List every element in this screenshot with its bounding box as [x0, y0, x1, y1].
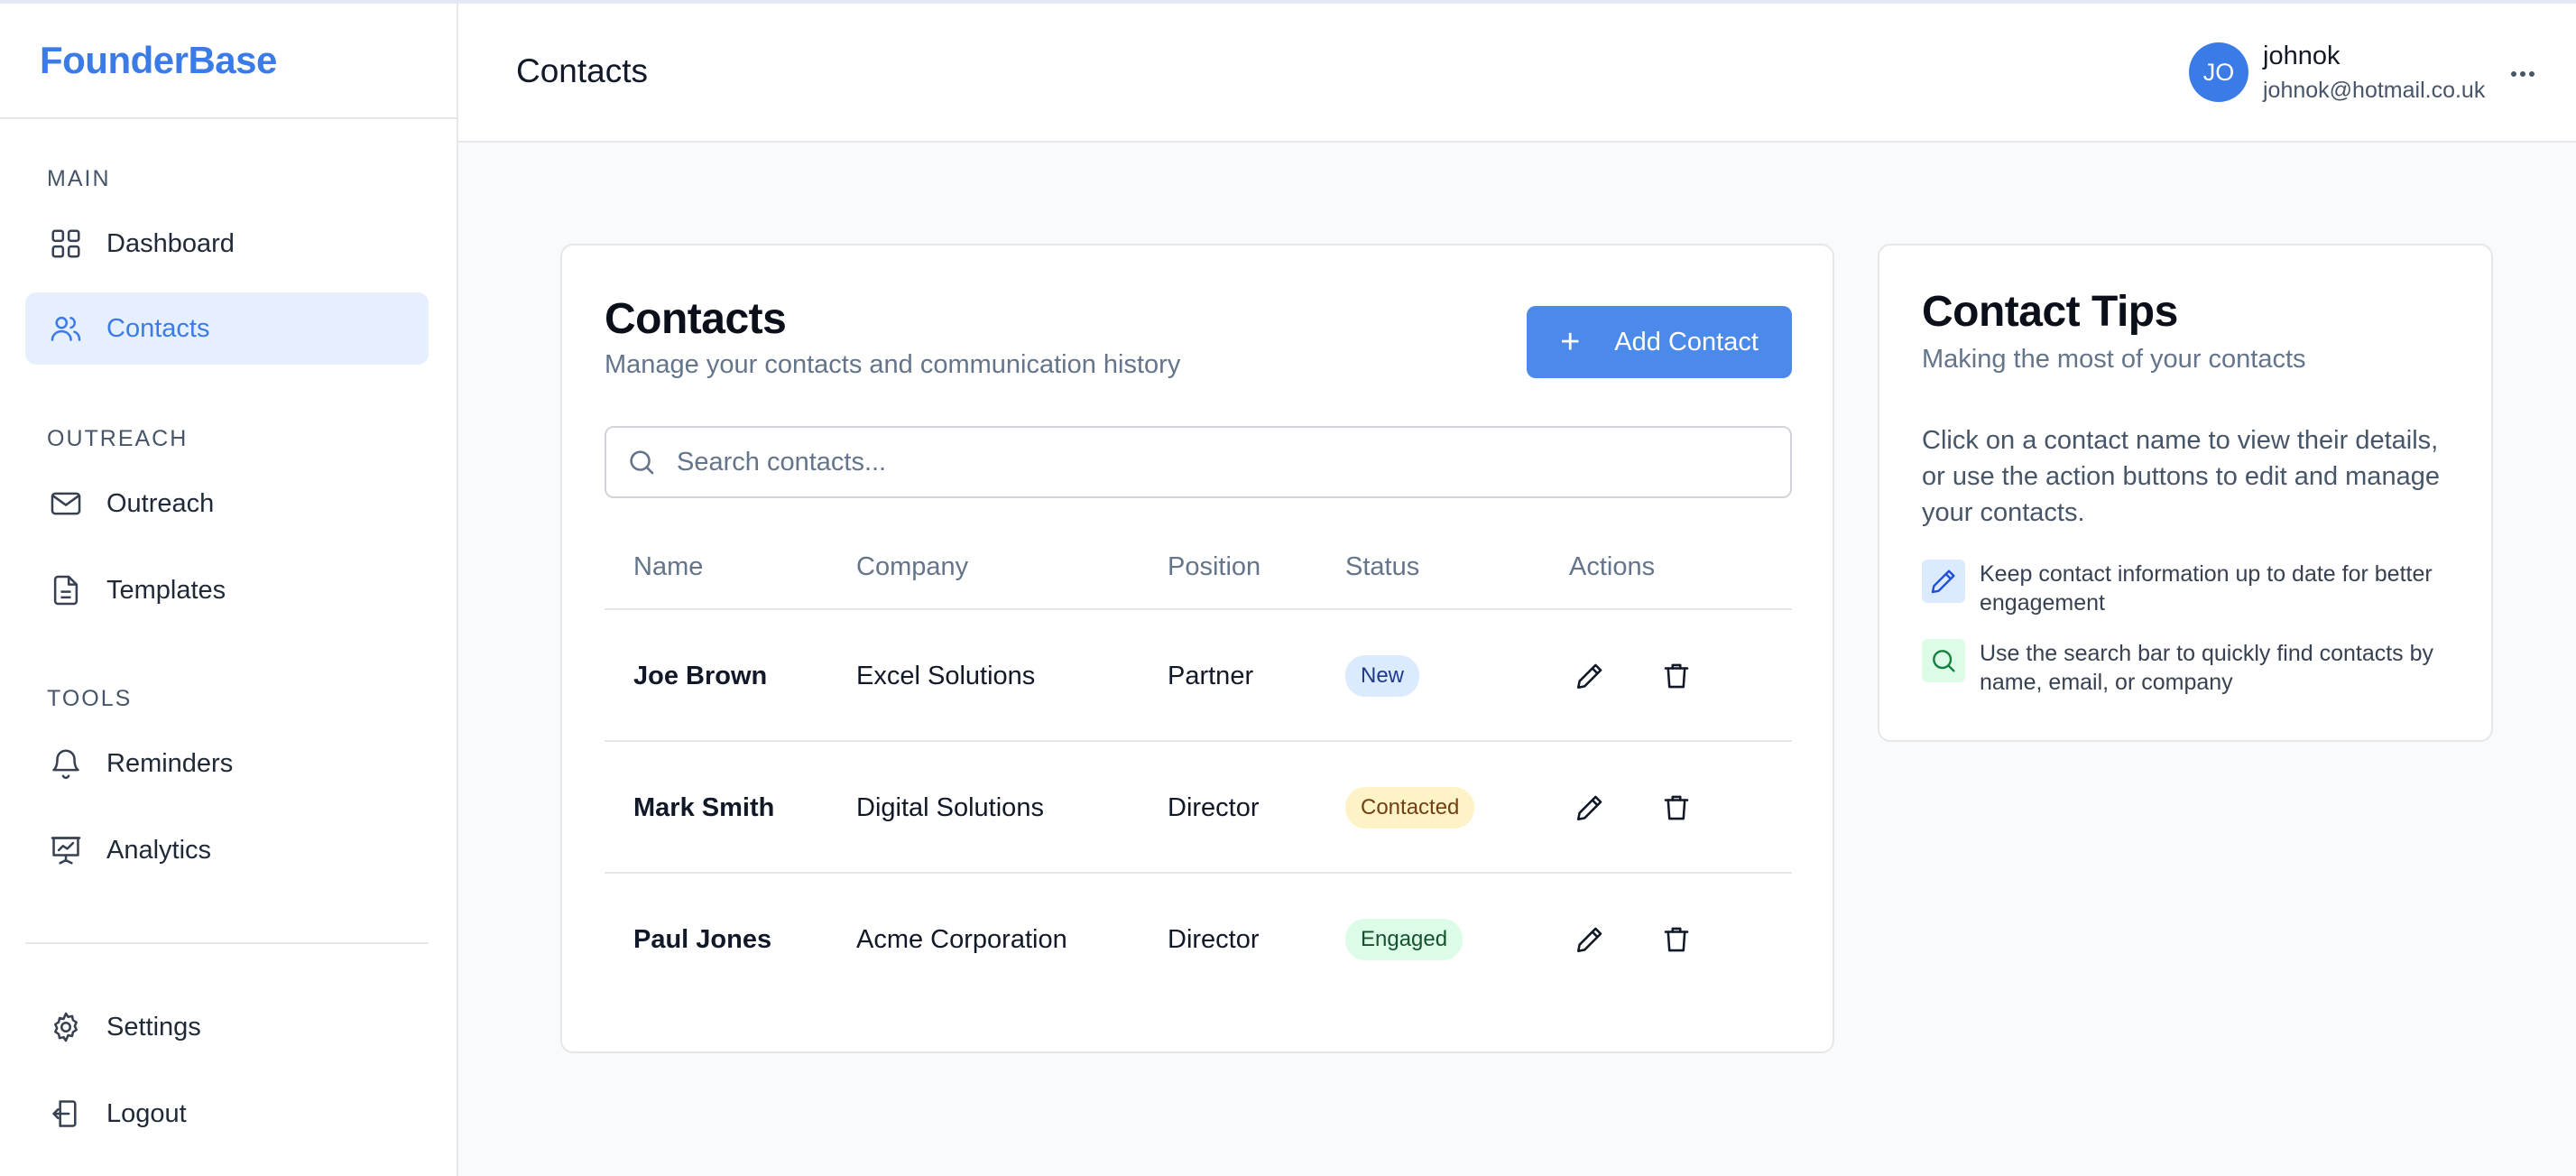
column-header-company[interactable]: Company — [856, 532, 968, 610]
contacts-card-subtitle: Manage your contacts and communication h… — [605, 350, 1181, 379]
sidebar-item-logout[interactable]: Logout — [25, 1078, 429, 1150]
contact-name[interactable]: Paul Jones — [633, 874, 771, 1005]
sidebar-item-dashboard[interactable]: Dashboard — [25, 208, 429, 280]
contact-name[interactable]: Mark Smith — [633, 742, 774, 874]
presentation-chart-icon — [51, 837, 81, 865]
section-label-tools: TOOLS — [47, 686, 133, 711]
trash-icon — [1664, 795, 1689, 820]
table-header: Name Company Position Status Actions — [605, 532, 1792, 610]
contact-company: Excel Solutions — [856, 661, 1036, 690]
plus-icon: + — [1560, 323, 1581, 361]
brand-logo[interactable]: FounderBase — [40, 39, 277, 82]
actions-cell — [1569, 610, 1742, 742]
table-row: Mark Smith Digital Solutions Director Co… — [605, 742, 1792, 874]
sidebar-item-analytics[interactable]: Analytics — [25, 814, 429, 886]
tip-item: Use the search bar to quickly find conta… — [1922, 639, 2463, 697]
more-horizontal-icon — [2511, 71, 2534, 77]
pencil-icon — [1922, 560, 1965, 603]
section-label-outreach: OUTREACH — [47, 426, 189, 451]
sidebar-item-label: Templates — [106, 575, 226, 605]
brand-area: FounderBase — [0, 4, 457, 119]
sidebar-divider — [25, 942, 429, 944]
tips-title: Contact Tips — [1922, 288, 2178, 336]
contact-company: Digital Solutions — [856, 792, 1044, 822]
tip-text: Use the search bar to quickly find conta… — [1980, 641, 2434, 695]
sidebar-item-label: Contacts — [106, 313, 210, 343]
column-header-status[interactable]: Status — [1345, 532, 1419, 610]
actions-cell — [1569, 742, 1742, 874]
add-contact-label: Add Contact — [1614, 327, 1759, 357]
tip-text: Keep contact information up to date for … — [1980, 561, 2433, 616]
avatar[interactable]: JO — [2189, 42, 2248, 102]
contact-name[interactable]: Joe Brown — [633, 610, 767, 742]
tip-item: Keep contact information up to date for … — [1922, 560, 2463, 617]
pencil-icon — [1576, 795, 1602, 821]
search-icon — [630, 450, 654, 475]
users-icon — [51, 316, 81, 341]
sidebar-item-label: Analytics — [106, 835, 212, 865]
delete-button[interactable] — [1656, 655, 1697, 697]
status-badge: Contacted — [1345, 787, 1475, 829]
delete-button[interactable] — [1656, 919, 1697, 960]
sidebar-item-label: Outreach — [106, 488, 215, 518]
bell-icon — [52, 749, 79, 780]
dashboard-icon — [51, 229, 80, 258]
column-header-position[interactable]: Position — [1168, 532, 1260, 610]
column-header-name[interactable]: Name — [633, 532, 703, 610]
trash-icon — [1664, 663, 1689, 689]
status-badge: New — [1345, 655, 1420, 697]
more-options-button[interactable] — [2501, 54, 2544, 94]
contact-position: Partner — [1168, 661, 1254, 690]
user-name: johnok — [2263, 42, 2341, 70]
column-header-actions: Actions — [1569, 552, 1656, 581]
search-box[interactable] — [605, 426, 1792, 498]
status-cell: New — [1345, 610, 1420, 742]
status-badge: Engaged — [1345, 919, 1463, 960]
contact-position: Director — [1168, 924, 1260, 954]
sidebar-item-label: Dashboard — [106, 228, 235, 258]
tips-body: Click on a contact name to view their de… — [1922, 426, 2440, 527]
tips-subtitle: Making the most of your contacts — [1922, 345, 2306, 374]
document-icon — [53, 575, 78, 606]
actions-cell — [1569, 874, 1742, 1005]
sidebar: FounderBase MAIN Dashboard Contacts OUTR… — [0, 4, 458, 1176]
sidebar-item-contacts[interactable]: Contacts — [25, 292, 429, 365]
status-cell: Contacted — [1345, 742, 1475, 874]
contacts-table: Name Company Position Status Actions Joe… — [605, 532, 1792, 1005]
table-row: Joe Brown Excel Solutions Partner New — [605, 610, 1792, 742]
delete-button[interactable] — [1656, 787, 1697, 829]
sidebar-item-label: Settings — [106, 1012, 201, 1042]
trash-icon — [1664, 927, 1689, 952]
contacts-card-title: Contacts — [605, 295, 787, 343]
sidebar-item-templates[interactable]: Templates — [25, 554, 429, 626]
edit-button[interactable] — [1569, 787, 1611, 829]
mail-icon — [51, 492, 81, 515]
logout-icon — [52, 1100, 77, 1127]
contact-position: Director — [1168, 792, 1260, 822]
add-contact-button[interactable]: + Add Contact — [1527, 306, 1792, 378]
page-title: Contacts — [516, 52, 649, 89]
search-icon — [1922, 639, 1965, 682]
sidebar-item-outreach[interactable]: Outreach — [25, 468, 429, 540]
edit-button[interactable] — [1569, 655, 1611, 697]
contacts-card: Contacts Manage your contacts and commun… — [560, 244, 1834, 1053]
user-email: johnok@hotmail.co.uk — [2263, 78, 2486, 103]
table-row: Paul Jones Acme Corporation Director Eng… — [605, 874, 1792, 1005]
pencil-icon — [1576, 927, 1602, 953]
edit-button[interactable] — [1569, 919, 1611, 960]
gear-icon — [54, 1012, 78, 1042]
search-input[interactable] — [677, 447, 1759, 477]
sidebar-item-label: Logout — [106, 1098, 187, 1128]
contact-tips-card: Contact Tips Making the most of your con… — [1878, 244, 2493, 742]
top-header: Contacts JO johnok johnok@hotmail.co.uk — [458, 4, 2576, 143]
pencil-icon — [1576, 663, 1602, 690]
sidebar-item-label: Reminders — [106, 748, 234, 778]
section-label-main: MAIN — [47, 166, 111, 191]
sidebar-item-reminders[interactable]: Reminders — [25, 727, 429, 800]
contact-company: Acme Corporation — [856, 924, 1067, 954]
status-cell: Engaged — [1345, 874, 1463, 1005]
sidebar-item-settings[interactable]: Settings — [25, 991, 429, 1063]
